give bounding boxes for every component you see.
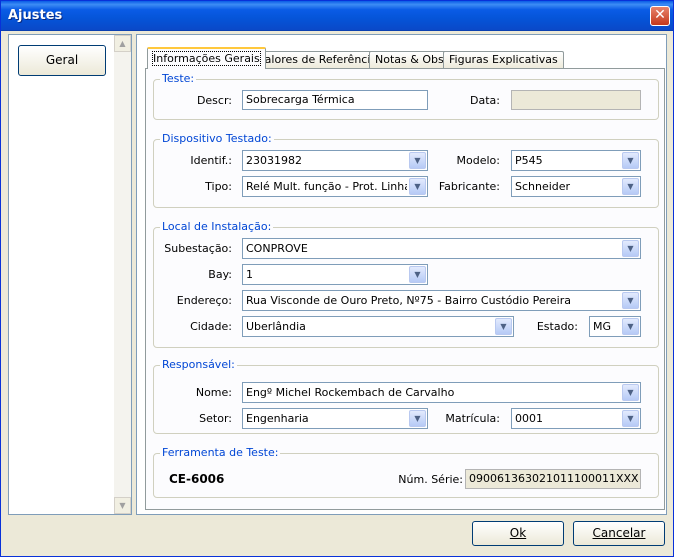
close-icon: ✕ <box>654 7 666 23</box>
scroll-down-icon[interactable]: ▼ <box>114 497 131 514</box>
chevron-down-icon[interactable]: ▼ <box>622 178 639 195</box>
fabricante-label: Fabricante: <box>438 180 500 193</box>
chevron-down-icon[interactable]: ▼ <box>622 240 639 257</box>
tab-label: Informações Gerais <box>152 51 261 66</box>
ajustes-window: Ajustes ✕ Geral ▲ ▼ Informações Gerais V… <box>0 0 674 557</box>
close-button[interactable]: ✕ <box>650 6 670 26</box>
dialog-body: Geral ▲ ▼ Informações Gerais Valores de … <box>4 32 670 554</box>
ok-button[interactable]: Ok <box>472 521 564 546</box>
setor-label: Setor: <box>199 412 232 425</box>
group-responsavel: Responsável: Nome: Engº Michel Rockembac… <box>153 358 659 434</box>
chevron-down-icon[interactable]: ▼ <box>495 318 512 335</box>
identif-value: 23031982 <box>246 154 302 167</box>
chevron-down-icon[interactable]: ▼ <box>622 384 639 401</box>
modelo-combo[interactable]: P545 ▼ <box>511 150 641 171</box>
title-bar: Ajustes ✕ <box>1 1 673 31</box>
chevron-down-icon[interactable]: ▼ <box>409 152 426 169</box>
estado-label: Estado: <box>536 320 578 333</box>
category-list: Geral ▲ ▼ <box>8 34 132 515</box>
subestacao-value: CONPROVE <box>246 242 308 255</box>
estado-combo[interactable]: MG ▼ <box>589 316 641 337</box>
cancel-label: Cancelar <box>592 526 646 540</box>
category-geral-button[interactable]: Geral <box>18 45 106 76</box>
modelo-value: P545 <box>515 154 543 167</box>
matricula-label: Matrícula: <box>445 412 500 425</box>
tab-valores-referencia[interactable]: Valores de Referência <box>252 51 384 69</box>
endereco-combo[interactable]: Rua Visconde de Ouro Preto, Nº75 - Bairr… <box>242 290 641 311</box>
tipo-combo[interactable]: Relé Mult. função - Prot. Linha ▼ <box>242 176 428 197</box>
window-title: Ajustes <box>8 8 63 23</box>
nome-combo[interactable]: Engº Michel Rockembach de Carvalho ▼ <box>242 382 641 403</box>
subestacao-combo[interactable]: CONPROVE ▼ <box>242 238 641 259</box>
cidade-label: Cidade: <box>190 320 232 333</box>
fabricante-combo[interactable]: Schneider ▼ <box>511 176 641 197</box>
bay-combo[interactable]: 1 ▼ <box>242 264 428 285</box>
group-ferramenta: Ferramenta de Teste: CE-6006 Núm. Série:… <box>153 446 659 498</box>
data-label: Data: <box>470 94 500 107</box>
ok-label: Ok <box>509 526 527 540</box>
setor-combo[interactable]: Engenharia ▼ <box>242 408 428 429</box>
descr-label: Descr: <box>196 94 232 107</box>
tipo-value: Relé Mult. função - Prot. Linha <box>246 180 407 193</box>
group-teste: Teste: Descr: Sobrecarga Térmica Data: <box>153 72 659 120</box>
estado-value: MG <box>593 320 612 333</box>
chevron-down-icon[interactable]: ▼ <box>622 410 639 427</box>
group-dispositivo: Dispositivo Testado: Identif.: 23031982 … <box>153 132 659 208</box>
tab-notas-obs[interactable]: Notas & Obs. <box>369 51 454 69</box>
chevron-down-icon[interactable]: ▼ <box>622 152 639 169</box>
identif-label: Identif.: <box>190 154 232 167</box>
data-field[interactable] <box>511 90 641 110</box>
matricula-value: 0001 <box>515 412 543 425</box>
descr-field[interactable]: Sobrecarga Térmica <box>242 90 428 110</box>
main-panel: Informações Gerais Valores de Referência… <box>136 34 667 515</box>
ferramenta-name: CE-6006 <box>169 472 225 486</box>
scroll-up-icon[interactable]: ▲ <box>114 35 131 52</box>
fabricante-value: Schneider <box>515 180 571 193</box>
nome-label: Nome: <box>195 386 232 399</box>
endereco-label: Endereço: <box>176 294 232 307</box>
group-dispositivo-title: Dispositivo Testado: <box>160 132 274 145</box>
cancel-button[interactable]: Cancelar <box>573 521 665 546</box>
chevron-down-icon[interactable]: ▼ <box>622 292 639 309</box>
serie-label: Núm. Série: <box>398 473 463 486</box>
chevron-down-icon[interactable]: ▼ <box>409 178 426 195</box>
group-ferramenta-title: Ferramenta de Teste: <box>160 446 281 459</box>
tab-figuras-explicativas[interactable]: Figuras Explicativas <box>443 51 564 69</box>
tab-informacoes-gerais[interactable]: Informações Gerais <box>147 47 266 69</box>
identif-combo[interactable]: 23031982 ▼ <box>242 150 428 171</box>
serie-field[interactable]: 090061363021011100011XXX <box>465 469 641 489</box>
subestacao-label: Subestação: <box>164 242 232 255</box>
category-scrollbar[interactable]: ▲ ▼ <box>114 35 131 514</box>
tipo-label: Tipo: <box>205 180 232 193</box>
setor-value: Engenharia <box>246 412 309 425</box>
chevron-down-icon[interactable]: ▼ <box>409 410 426 427</box>
cidade-combo[interactable]: Uberlândia ▼ <box>242 316 514 337</box>
group-local-title: Local de Instalação: <box>160 220 274 233</box>
group-responsavel-title: Responsável: <box>160 358 237 371</box>
chevron-down-icon[interactable]: ▼ <box>409 266 426 283</box>
nome-value: Engº Michel Rockembach de Carvalho <box>246 386 455 399</box>
cidade-value: Uberlândia <box>246 320 306 333</box>
modelo-label: Modelo: <box>456 154 500 167</box>
matricula-combo[interactable]: 0001 ▼ <box>511 408 641 429</box>
group-local: Local de Instalação: Subestação: CONPROV… <box>153 220 659 348</box>
tab-page-informacoes-gerais: Teste: Descr: Sobrecarga Térmica Data: D… <box>145 68 665 510</box>
endereco-value: Rua Visconde de Ouro Preto, Nº75 - Bairr… <box>246 294 571 307</box>
bay-value: 1 <box>246 268 253 281</box>
group-teste-title: Teste: <box>160 72 197 85</box>
chevron-down-icon[interactable]: ▼ <box>622 318 639 335</box>
bay-label: Bay: <box>208 268 232 281</box>
